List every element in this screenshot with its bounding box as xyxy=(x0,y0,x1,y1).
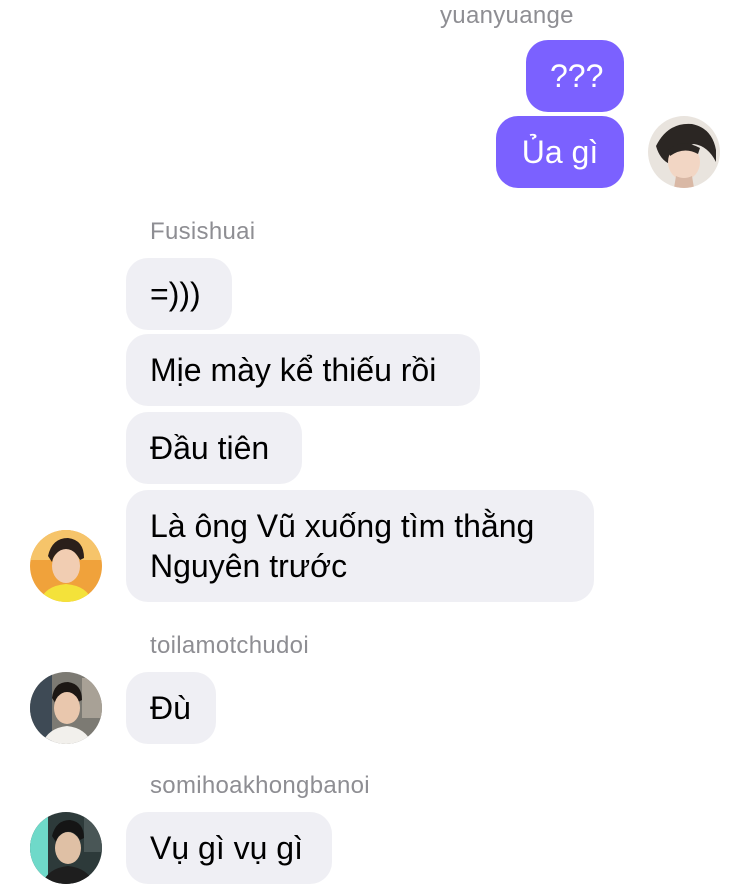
avatar-yuanyuange[interactable] xyxy=(648,116,720,188)
message-bubble-incoming[interactable]: Vụ gì vụ gì xyxy=(126,812,332,884)
message-bubble-outgoing[interactable]: ??? xyxy=(526,40,624,112)
message-bubble-incoming[interactable]: =))) xyxy=(126,258,232,330)
avatar-photo-icon xyxy=(30,672,102,744)
message-bubble-incoming[interactable]: Mịe mày kể thiếu rồi xyxy=(126,334,480,406)
avatar-photo-icon xyxy=(30,812,102,884)
message-bubble-incoming[interactable]: Đù xyxy=(126,672,216,744)
message-bubble-outgoing[interactable]: Ủa gì xyxy=(496,116,624,188)
sender-name-toilamotchudoi: toilamotchudoi xyxy=(150,632,309,659)
avatar-photo-icon xyxy=(648,116,720,188)
avatar-fusishuai[interactable] xyxy=(30,530,102,602)
message-bubble-incoming[interactable]: Là ông Vũ xuống tìm thằng Nguyên trước xyxy=(126,490,594,602)
sender-name-yuanyuange: yuanyuange xyxy=(440,2,574,29)
sender-name-fusishuai: Fusishuai xyxy=(150,218,256,245)
avatar-photo-icon xyxy=(30,530,102,602)
avatar-somihoakhongbanoi[interactable] xyxy=(30,812,102,884)
avatar-toilamotchudoi[interactable] xyxy=(30,672,102,744)
sender-name-somihoakhongbanoi: somihoakhongbanoi xyxy=(150,772,370,799)
message-bubble-incoming[interactable]: Đầu tiên xyxy=(126,412,302,484)
